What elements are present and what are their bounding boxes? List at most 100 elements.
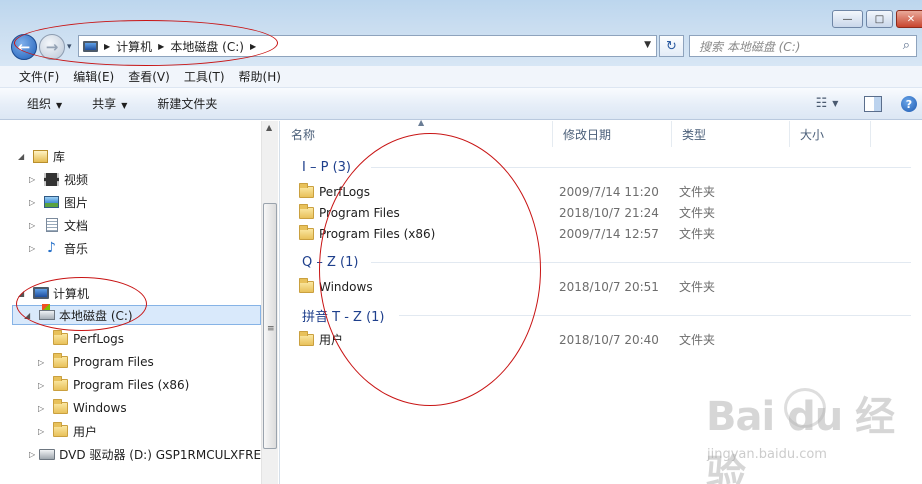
search-icon[interactable]: ⌕ bbox=[903, 38, 910, 53]
search-input[interactable]: 搜索 本地磁盘 (C:) ⌕ bbox=[689, 35, 917, 57]
file-row[interactable]: 用户 2018/10/7 20:40 文件夹 bbox=[297, 329, 715, 350]
scroll-up-icon[interactable]: ▲ bbox=[266, 123, 272, 132]
minimize-button[interactable]: — bbox=[832, 10, 863, 28]
scrollbar-thumb[interactable]: ≡ bbox=[263, 203, 277, 449]
sidebar-item-documents[interactable]: ▷ 文档 bbox=[29, 215, 88, 235]
share-button[interactable]: 共享 ▼ bbox=[92, 95, 127, 112]
breadcrumb-chevron-icon[interactable]: ▶ bbox=[250, 42, 256, 51]
back-button[interactable]: ← bbox=[11, 34, 37, 60]
command-bar: 组织 ▼ 共享 ▼ 新建文件夹 bbox=[0, 88, 922, 120]
breadcrumb-chevron-icon[interactable]: ▶ bbox=[158, 42, 164, 51]
refresh-icon: ↻ bbox=[666, 38, 677, 54]
group-header[interactable]: 拼音 T - Z (1) bbox=[302, 304, 384, 326]
dvd-drive-icon bbox=[39, 447, 56, 462]
file-row[interactable]: Program Files 2018/10/7 21:24 文件夹 bbox=[297, 202, 715, 223]
file-row[interactable]: PerfLogs 2009/7/14 11:20 文件夹 bbox=[297, 181, 715, 202]
expand-arrow-icon[interactable]: ▷ bbox=[29, 244, 39, 253]
forward-arrow-icon: → bbox=[45, 38, 59, 56]
maximize-button[interactable]: □ bbox=[866, 10, 893, 28]
file-type: 文件夹 bbox=[679, 333, 716, 347]
organize-button[interactable]: 组织 ▼ bbox=[27, 95, 62, 112]
new-folder-button[interactable]: 新建文件夹 bbox=[157, 95, 217, 112]
file-date: 2009/7/14 11:20 bbox=[559, 184, 659, 199]
title-bar: — □ ✕ ← → ▾ ▶ 计算机 ▶ 本地磁盘 (C:) ▶ ▼ ↻ 搜索 本… bbox=[0, 0, 922, 66]
folder-icon bbox=[52, 376, 69, 393]
file-type: 文件夹 bbox=[679, 185, 716, 199]
expand-arrow-icon[interactable]: ▷ bbox=[38, 404, 48, 413]
address-history-dropdown-icon[interactable]: ▼ bbox=[644, 40, 651, 50]
breadcrumb-chevron-icon[interactable]: ▶ bbox=[104, 42, 110, 51]
file-row[interactable]: Program Files (x86) 2009/7/14 12:57 文件夹 bbox=[297, 223, 715, 244]
sidebar-item-videos[interactable]: ▷ 视频 bbox=[29, 169, 88, 189]
collapse-arrow-icon[interactable]: ◢ bbox=[24, 311, 34, 320]
share-label: 共享 bbox=[92, 97, 117, 111]
sidebar-item-windows[interactable]: ▷ Windows bbox=[38, 398, 127, 418]
sidebar-item-program-files[interactable]: ▷ Program Files bbox=[38, 352, 154, 372]
grip-icon: ≡ bbox=[267, 324, 275, 334]
help-button[interactable]: ? bbox=[901, 96, 917, 112]
expand-arrow-icon[interactable]: ▷ bbox=[38, 381, 48, 390]
folder-icon bbox=[297, 277, 315, 294]
address-bar[interactable]: ▶ 计算机 ▶ 本地磁盘 (C:) ▶ ▼ bbox=[78, 35, 657, 57]
group-header[interactable]: I – P (3) bbox=[302, 156, 351, 178]
watermark-brand: Bai du 经验 bbox=[706, 394, 895, 484]
music-icon: ♪ bbox=[47, 240, 56, 256]
menu-tools[interactable]: 工具(T) bbox=[184, 68, 225, 85]
folder-icon bbox=[52, 422, 69, 439]
expand-arrow-icon[interactable]: ▷ bbox=[29, 198, 39, 207]
sidebar-item-pictures[interactable]: ▷ 图片 bbox=[29, 192, 88, 212]
folder-icon bbox=[297, 224, 315, 241]
sidebar-item-program-files-x86[interactable]: ▷ Program Files (x86) bbox=[38, 375, 189, 395]
group-header[interactable]: Q – Z (1) bbox=[302, 251, 358, 273]
expand-arrow-icon[interactable]: ▷ bbox=[38, 358, 48, 367]
file-row[interactable]: Windows 2018/10/7 20:51 文件夹 bbox=[297, 276, 715, 297]
refresh-button[interactable]: ↻ bbox=[659, 35, 684, 57]
change-view-button[interactable]: ☷ ▼ bbox=[809, 96, 845, 111]
file-date: 2018/10/7 21:24 bbox=[559, 205, 659, 220]
column-header-size[interactable]: 大小 bbox=[790, 121, 871, 147]
folder-icon bbox=[297, 203, 315, 220]
file-name: PerfLogs bbox=[319, 184, 371, 199]
sidebar-item-dvd[interactable]: ▷ DVD 驱动器 (D:) GSP1RMCULXFRER bbox=[29, 444, 261, 464]
sidebar-item-music[interactable]: ▷ ♪ 音乐 bbox=[29, 238, 88, 258]
sidebar-item-label: 库 bbox=[53, 149, 66, 164]
menu-view[interactable]: 查看(V) bbox=[128, 68, 170, 85]
sidebar-item-library[interactable]: ◢ 库 bbox=[18, 146, 65, 166]
computer-icon bbox=[32, 286, 49, 301]
hard-drive-icon bbox=[38, 304, 55, 323]
navigation-scrollbar[interactable]: ▲ ≡ bbox=[261, 121, 278, 484]
column-header-name[interactable]: 名称 bbox=[281, 121, 553, 147]
search-placeholder: 搜索 本地磁盘 (C:) bbox=[699, 39, 801, 54]
sidebar-item-perflogs[interactable]: PerfLogs bbox=[38, 329, 124, 349]
sidebar-item-label: Program Files (x86) bbox=[73, 378, 190, 392]
document-icon bbox=[43, 218, 60, 233]
menu-edit[interactable]: 编辑(E) bbox=[73, 68, 114, 85]
menu-file[interactable]: 文件(F) bbox=[19, 68, 59, 85]
column-header-modified[interactable]: 修改日期 bbox=[553, 121, 672, 147]
column-header-type[interactable]: 类型 bbox=[672, 121, 790, 147]
group-title: Q – Z (1) bbox=[302, 254, 359, 270]
sidebar-item-computer[interactable]: ◢ 计算机 bbox=[18, 283, 89, 303]
forward-button[interactable]: → bbox=[39, 34, 65, 60]
expand-arrow-icon[interactable]: ▷ bbox=[29, 221, 39, 230]
expand-arrow-icon[interactable]: ▷ bbox=[29, 450, 35, 459]
collapse-arrow-icon[interactable]: ◢ bbox=[18, 289, 28, 298]
breadcrumb-drive-c[interactable]: 本地磁盘 (C:) bbox=[170, 38, 244, 55]
sidebar-item-label: 音乐 bbox=[64, 241, 89, 256]
folder-icon bbox=[52, 399, 69, 416]
close-button[interactable]: ✕ bbox=[896, 10, 922, 28]
file-type: 文件夹 bbox=[679, 227, 716, 241]
expand-arrow-icon[interactable]: ▷ bbox=[29, 175, 39, 184]
breadcrumb-computer[interactable]: 计算机 bbox=[116, 38, 152, 55]
menu-help[interactable]: 帮助(H) bbox=[239, 68, 281, 85]
recent-pages-dropdown[interactable]: ▾ bbox=[67, 42, 72, 52]
sidebar-item-drive-c[interactable]: ◢ 本地磁盘 (C:) bbox=[12, 304, 261, 325]
sidebar-item-label: PerfLogs bbox=[73, 332, 125, 346]
collapse-arrow-icon[interactable]: ◢ bbox=[18, 152, 28, 161]
expand-arrow-icon[interactable]: ▷ bbox=[38, 427, 48, 436]
sidebar-item-users[interactable]: ▷ 用户 bbox=[38, 421, 97, 441]
preview-pane-button[interactable] bbox=[864, 96, 882, 112]
group-title: 拼音 T - Z (1) bbox=[302, 309, 385, 325]
file-type: 文件夹 bbox=[679, 280, 716, 294]
folder-icon bbox=[297, 330, 315, 347]
